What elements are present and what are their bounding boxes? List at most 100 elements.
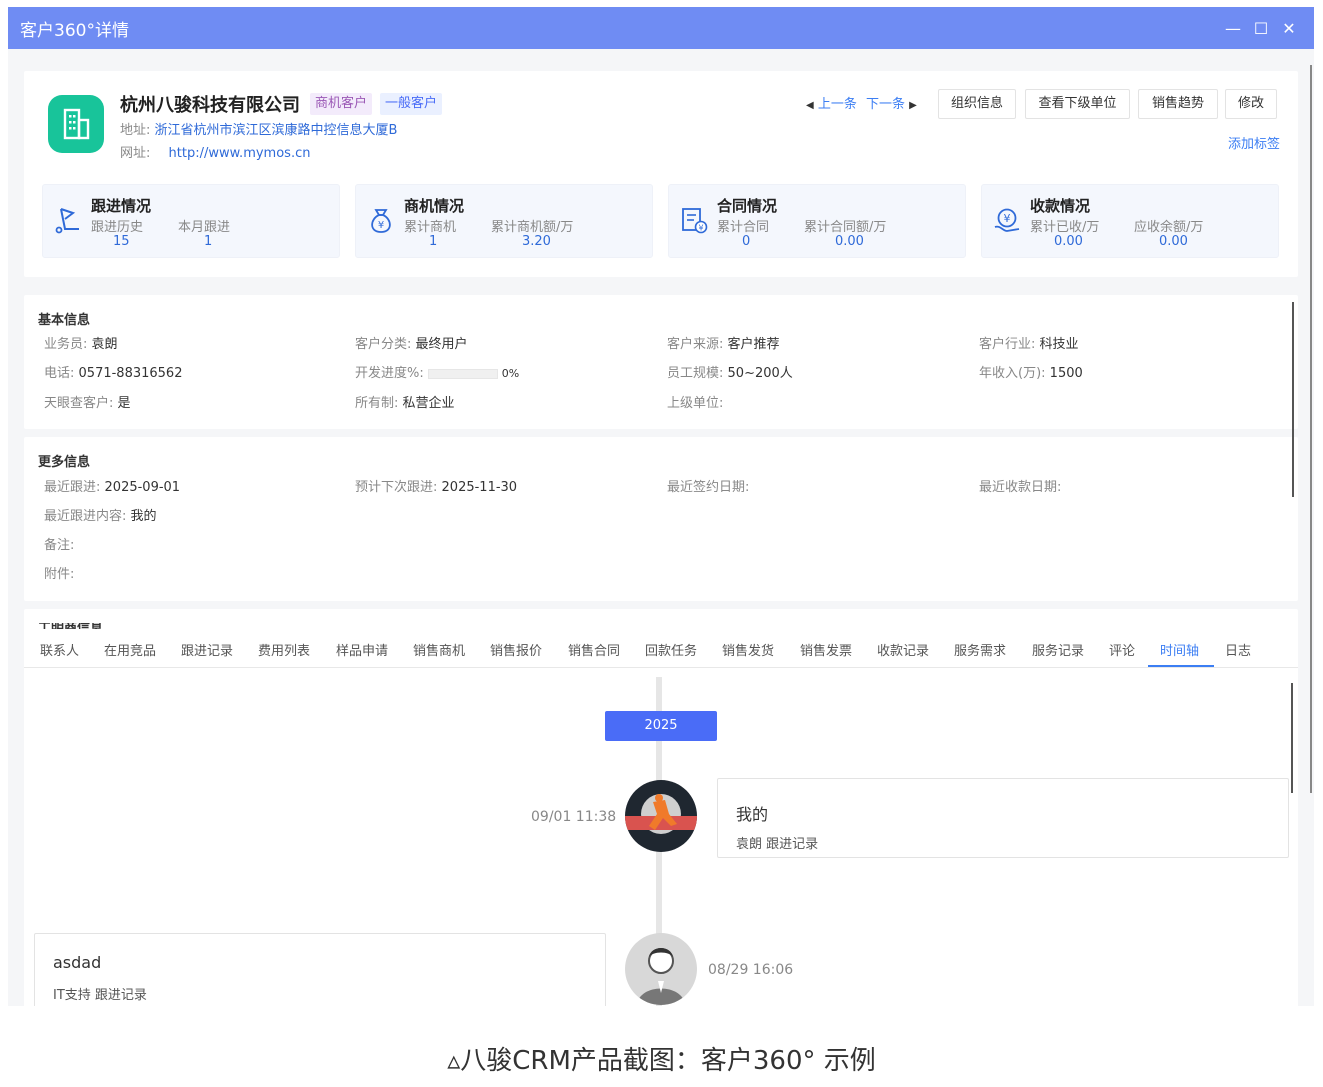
timeline-entry-card[interactable]: 我的 袁朗 跟进记录 (717, 778, 1289, 858)
tab-comments[interactable]: 评论 (1109, 640, 1135, 659)
field-value: 2025-11-30 (441, 480, 518, 495)
tab-payment-records[interactable]: 收款记录 (877, 640, 929, 659)
tag-opportunity-customer[interactable]: 商机客户 (310, 93, 373, 115)
field-ownership: 所有制: 私营企业 (355, 392, 455, 411)
field-category: 客户分类: 最终用户 (355, 333, 468, 352)
caret-left-icon: ◀ (806, 100, 814, 111)
field-key: 预计下次跟进: (355, 480, 438, 495)
edit-button[interactable]: 修改 (1225, 89, 1277, 119)
stat-contract[interactable]: ¥ 合同情况 累计合同 0 累计合同额/万 0.00 (668, 184, 966, 258)
stat-title: 合同情况 (717, 197, 778, 215)
tab-followup-records[interactable]: 跟进记录 (181, 640, 233, 659)
tab-sales-contract[interactable]: 销售合同 (568, 640, 620, 659)
field-last-payment-date: 最近收款日期: (979, 476, 1061, 495)
stat-label: 应收余额/万 (1134, 220, 1204, 235)
minimize-icon[interactable]: — (1220, 15, 1246, 41)
field-last-followup: 最近跟进: 2025-09-01 (44, 476, 180, 495)
tab-service-demand[interactable]: 服务需求 (954, 640, 1006, 659)
field-value: 私营企业 (402, 396, 455, 411)
view-subunits-button[interactable]: 查看下级单位 (1025, 89, 1130, 119)
field-source: 客户来源: 客户推荐 (667, 333, 780, 352)
money-bag-icon: ¥ (371, 209, 391, 233)
address-line: 地址: 浙江省杭州市滨江区滨康路中控信息大厦B (120, 119, 397, 138)
section-title: 更多信息 (38, 455, 91, 470)
stat-value[interactable]: 0.00 (835, 234, 864, 249)
field-key: 备注: (44, 538, 75, 553)
field-value: 袁朗 (91, 337, 118, 352)
prev-label: 上一条 (817, 97, 857, 112)
close-icon[interactable]: ✕ (1276, 15, 1302, 41)
stat-opportunity[interactable]: ¥ 商机情况 累计商机 1 累计商机额/万 3.20 (355, 184, 653, 258)
tab-sample-request[interactable]: 样品申请 (336, 640, 388, 659)
next-record-link[interactable]: 下一条 ▶ (866, 93, 917, 112)
field-industry: 客户行业: 科技业 (979, 333, 1079, 352)
maximize-icon[interactable]: ☐ (1248, 15, 1274, 41)
tab-competitors[interactable]: 在用竞品 (104, 640, 156, 659)
stat-value[interactable]: 15 (113, 234, 130, 249)
tab-payment-task[interactable]: 回款任务 (645, 640, 697, 659)
followup-icon (55, 208, 79, 234)
user-avatar[interactable] (625, 780, 697, 852)
field-key: 上级单位: (667, 396, 724, 411)
field-key: 附件: (44, 567, 75, 582)
tab-sales-quote[interactable]: 销售报价 (490, 640, 542, 659)
address-label: 地址: (120, 123, 151, 138)
tag-general-customer[interactable]: 一般客户 (380, 93, 443, 115)
tab-log[interactable]: 日志 (1225, 640, 1251, 659)
default-avatar-icon[interactable] (625, 933, 697, 1005)
field-revenue: 年收入(万): 1500 (979, 362, 1083, 381)
payment-icon: ¥ (994, 208, 1020, 232)
stat-title: 商机情况 (404, 197, 465, 215)
address-value[interactable]: 浙江省杭州市滨江区滨康路中控信息大厦B (155, 123, 398, 138)
stat-value[interactable]: 0.00 (1054, 234, 1083, 249)
field-key: 天眼查客户: (44, 396, 114, 411)
timeline-entry-card[interactable]: asdad IT支持 跟进记录 (34, 933, 606, 1006)
more-info-section: 更多信息 最近跟进: 2025-09-01 预计下次跟进: 2025-11-30… (24, 437, 1298, 601)
field-staff: 员工规模: 50~200人 (667, 362, 793, 381)
field-last-sign-date: 最近签约日期: (667, 476, 749, 495)
stat-value[interactable]: 3.20 (522, 234, 551, 249)
stat-value[interactable]: 0 (742, 234, 750, 249)
field-value: 50~200人 (727, 366, 793, 381)
website-link[interactable]: http://www.mymos.cn (169, 146, 311, 161)
progress-bar (427, 368, 498, 379)
stat-followup[interactable]: 跟进情况 跟进历史 15 本月跟进 1 (42, 184, 340, 258)
figure-caption: ▵八骏CRM产品截图：客户360° 示例 (447, 1046, 876, 1076)
stat-value[interactable]: 0.00 (1159, 234, 1188, 249)
field-key: 电话: (44, 366, 75, 381)
sales-trend-button[interactable]: 销售趋势 (1138, 89, 1218, 119)
stat-value[interactable]: 1 (204, 234, 212, 249)
timeline-year-badge[interactable]: 2025 (605, 711, 717, 741)
tab-contacts[interactable]: 联系人 (40, 640, 79, 659)
next-label: 下一条 (866, 97, 906, 112)
field-value: 2025-09-01 (104, 480, 181, 495)
outer-scrollbar[interactable] (1310, 65, 1312, 793)
field-key: 员工规模: (667, 366, 724, 381)
stat-payment[interactable]: ¥ 收款情况 累计已收/万 0.00 应收余额/万 0.00 (981, 184, 1279, 258)
stat-label: 跟进历史 (91, 220, 144, 235)
timeline-entry-subtitle: 袁朗 跟进记录 (736, 837, 819, 852)
org-info-button[interactable]: 组织信息 (938, 89, 1016, 119)
add-tag-link[interactable]: 添加标签 (1228, 133, 1280, 152)
tab-service-records[interactable]: 服务记录 (1032, 640, 1084, 659)
progress-value: 0% (501, 367, 520, 380)
field-value: 客户推荐 (727, 337, 780, 352)
stat-label: 累计商机额/万 (491, 220, 574, 235)
tab-timeline[interactable]: 时间轴 (1160, 640, 1199, 659)
timeline-scrollbar[interactable] (1291, 683, 1293, 793)
prev-record-link[interactable]: ◀ 上一条 (806, 93, 857, 112)
svg-text:¥: ¥ (698, 224, 703, 233)
tab-sales-opportunity[interactable]: 销售商机 (413, 640, 465, 659)
customer-header-card: 杭州八骏科技有限公司 商机客户 一般客户 地址: 浙江省杭州市滨江区滨康路中控信… (24, 71, 1298, 277)
stat-value[interactable]: 1 (429, 234, 437, 249)
field-salesperson: 业务员: 袁朗 (44, 333, 118, 352)
tab-sales-delivery[interactable]: 销售发货 (722, 640, 774, 659)
caret-right-icon: ▶ (909, 100, 917, 111)
tab-sales-invoice[interactable]: 销售发票 (800, 640, 852, 659)
field-value[interactable]: 0571-88316562 (79, 366, 183, 381)
tab-expenses[interactable]: 费用列表 (258, 640, 310, 659)
svg-text:¥: ¥ (1004, 212, 1011, 225)
stat-label: 累计合同 (717, 220, 770, 235)
info-scrollbar[interactable] (1292, 302, 1294, 497)
section-title: 基本信息 (38, 313, 91, 328)
